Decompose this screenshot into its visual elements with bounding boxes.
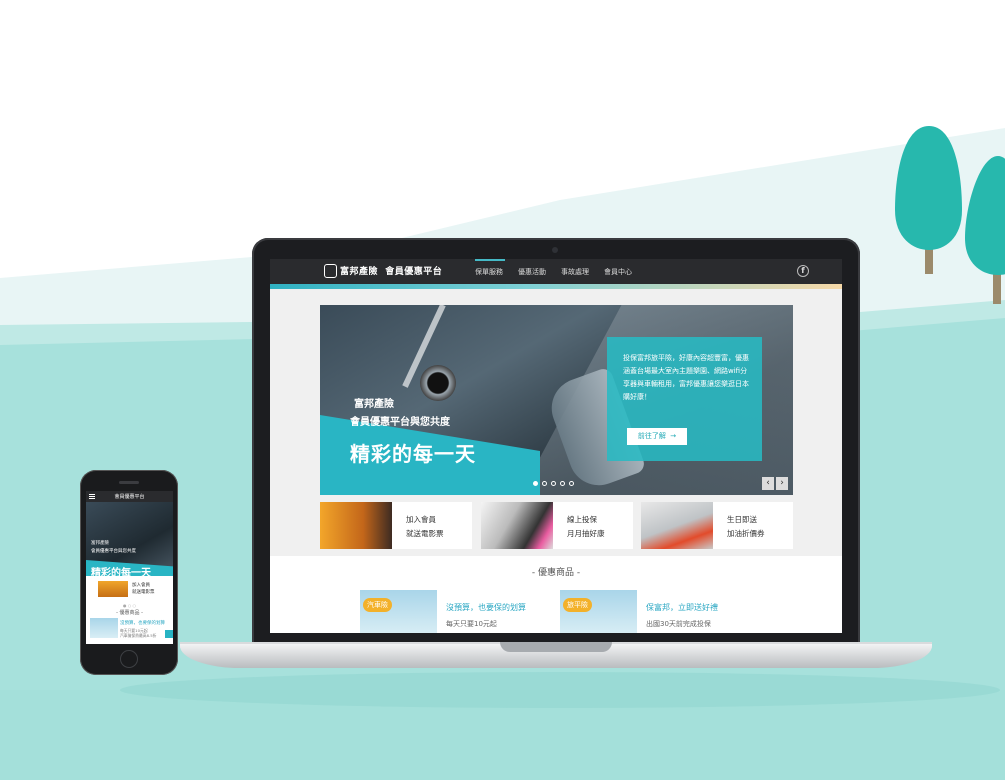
product-title[interactable]: 沒預算，也要保的划算 — [446, 602, 526, 613]
product-image-car[interactable]: 汽車險 — [360, 590, 437, 633]
product-tag: 汽車險 — [363, 598, 392, 612]
carousel-dot[interactable] — [542, 481, 547, 486]
phone-navbar: 會員優惠平台 — [86, 491, 173, 502]
phone-home-button[interactable] — [120, 650, 138, 668]
hero-title: 精彩的每一天 — [350, 442, 476, 466]
promo-card-text: 加入會員 就送電影票 — [406, 515, 444, 538]
carousel-dot[interactable] — [560, 481, 565, 486]
movie-poster-image — [320, 502, 392, 549]
phone-hero[interactable]: 富邦產險 會員優惠平台與您共度 精彩的每一天 — [86, 502, 173, 579]
facebook-icon[interactable]: f — [797, 265, 809, 277]
phone-product-description: 每天只要10元起 汽車險保費最高8.5折 — [120, 628, 157, 638]
motorcycle-gauge-image — [420, 365, 456, 401]
carousel-dot[interactable] — [551, 481, 556, 486]
product-description: 出國30天前完成投保 — [646, 620, 711, 628]
mockup-scene: 富邦產險 會員優惠平台 保單服務 優惠活動 事故處理 會員中心 f 富邦產險 會… — [0, 0, 1005, 780]
promo-card-membership[interactable]: 加入會員 就送電影票 — [320, 502, 472, 549]
nav-active-indicator — [475, 259, 505, 261]
promo-card-birthday[interactable]: 生日即送 加油折價券 — [641, 502, 793, 549]
product-description: 每天只要10元起 — [446, 620, 497, 628]
hero-panel-text: 投保富邦旅平險，好康內容超豐富，優惠涵蓋台場最大室內主題樂園、網路wifi分享器… — [623, 354, 749, 401]
phone-nav-title: 會員優惠平台 — [114, 494, 145, 500]
product-title[interactable]: 保富邦，立即送好禮 — [646, 602, 718, 613]
carousel-prev-button[interactable]: ‹ — [762, 477, 774, 490]
phone-hero-subtitle: 會員優惠平台與您共度 — [91, 549, 136, 554]
brand-logo-text[interactable]: 富邦產險 會員優惠平台 — [340, 264, 442, 277]
promo-card-online-insure[interactable]: 線上投保 月月抽好康 — [481, 502, 633, 549]
hero-subtitle: 會員優惠平台與您共度 — [350, 417, 450, 428]
nav-item-member-center[interactable]: 會員中心 — [604, 267, 632, 277]
hero-info-panel: 投保富邦旅平險，好康內容超豐富，優惠涵蓋台場最大室內主題樂園、網路wifi分享器… — [607, 337, 762, 461]
carousel-dot[interactable] — [533, 481, 538, 486]
carousel-dot[interactable] — [569, 481, 574, 486]
hero-brand: 富邦產險 — [354, 399, 394, 410]
nav-item-claims[interactable]: 事故處理 — [561, 267, 589, 277]
laptop-camera — [552, 247, 558, 253]
phone-hero-title: 精彩的每一天 — [91, 568, 151, 579]
section-title: - 優惠商品 - — [531, 568, 581, 578]
carousel-next-button[interactable]: › — [776, 477, 788, 490]
phone-speaker — [119, 481, 139, 484]
phone-movie-poster-image — [98, 581, 128, 597]
car-coins-image — [641, 502, 713, 549]
phone-hero-brand: 富邦產險 — [91, 541, 109, 546]
brand-logo-icon[interactable] — [324, 264, 337, 278]
site-navbar: 富邦產險 會員優惠平台 保單服務 優惠活動 事故處理 會員中心 f — [270, 259, 842, 284]
phone-product-image[interactable] — [90, 618, 118, 638]
hero-carousel[interactable]: 富邦產險 會員優惠平台與您共度 精彩的每一天 投保富邦旅平險，好康內容超豐富，優… — [320, 305, 793, 495]
nav-item-promotions[interactable]: 優惠活動 — [518, 267, 546, 277]
laptop-screen: 富邦產險 會員優惠平台 保單服務 優惠活動 事故處理 會員中心 f 富邦產險 會… — [270, 259, 842, 633]
product-image-travel[interactable]: 旅平險 — [560, 590, 637, 633]
phone-section-title: - 優惠商品 - — [116, 610, 143, 616]
promo-card-text: 線上投保 月月抽好康 — [567, 515, 605, 538]
phone-promo-card-text: 加入會員 就送電影票 — [132, 583, 155, 595]
product-tag: 旅平險 — [563, 598, 592, 612]
learn-more-button[interactable]: 前往了解 → — [627, 428, 687, 445]
phone-product-title[interactable]: 沒預算，也要保的划算 — [120, 620, 165, 626]
nav-item-policy-service[interactable]: 保單服務 — [475, 267, 503, 277]
promo-card-text: 生日即送 加油折價券 — [727, 515, 765, 538]
phone-screen: 會員優惠平台 富邦產險 會員優惠平台與您共度 精彩的每一天 加入會員 就送電影票 … — [86, 491, 173, 644]
phone-side-button[interactable] — [165, 630, 173, 638]
laptop-notch — [500, 642, 612, 652]
phone-carousel-dots[interactable]: ● ○ ○ — [123, 603, 136, 608]
woman-headphones-image — [481, 502, 553, 549]
phone-promo-card[interactable]: 加入會員 就送電影票 — [94, 579, 165, 599]
